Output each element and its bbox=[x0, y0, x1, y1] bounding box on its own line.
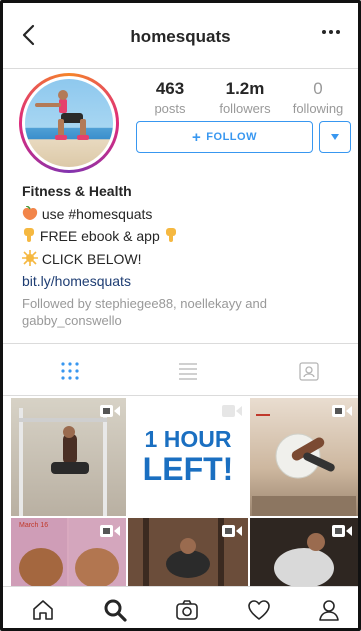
caret-down-icon bbox=[331, 134, 339, 140]
activity-heart-icon[interactable] bbox=[247, 598, 271, 622]
profile-bio: Fitness & Health use #homesquats FREE eb… bbox=[22, 180, 352, 293]
plus-icon: + bbox=[192, 128, 202, 146]
bio-line-1: use #homesquats bbox=[22, 203, 352, 226]
bottom-navigation bbox=[3, 586, 358, 628]
followed-by-text[interactable]: Followed by stephiegee88, noellekayy and… bbox=[22, 295, 352, 329]
promo-line-2: LEFT! bbox=[142, 451, 234, 487]
bio-link[interactable]: bit.ly/homesquats bbox=[22, 270, 352, 293]
video-camera-icon bbox=[332, 525, 352, 537]
video-camera-icon bbox=[100, 405, 120, 417]
post-grid: 1 HOUR LEFT! March 16 bbox=[11, 398, 358, 588]
bio-line-3: CLICK BELOW! bbox=[22, 248, 352, 271]
post-tile[interactable]: March 16 bbox=[11, 518, 126, 588]
video-camera-icon bbox=[100, 525, 120, 537]
avatar-photo bbox=[25, 79, 113, 167]
promo-line-1: 1 HOUR bbox=[144, 426, 232, 452]
profile-stats: 463 posts 1.2m followers 0 following bbox=[138, 79, 353, 119]
bio-line-2: FREE ebook & app bbox=[22, 225, 352, 248]
profile-icon[interactable] bbox=[317, 598, 341, 622]
posts-count: 463 bbox=[155, 79, 185, 98]
more-options-icon[interactable] bbox=[320, 25, 342, 39]
app-frame: homesquats 463 posts 1.2m followers 0 fo… bbox=[0, 0, 361, 631]
follow-button[interactable]: + FOLLOW bbox=[136, 121, 313, 153]
search-icon[interactable] bbox=[103, 598, 127, 622]
post-tile[interactable] bbox=[250, 398, 358, 516]
profile-view-tabs bbox=[3, 343, 358, 396]
suggestions-dropdown-button[interactable] bbox=[319, 121, 351, 153]
followers-stat[interactable]: 1.2m followers bbox=[210, 79, 280, 116]
list-view-icon[interactable] bbox=[177, 360, 199, 382]
following-count: 0 bbox=[313, 79, 323, 98]
sparkle-emoji-icon bbox=[22, 249, 38, 266]
peach-emoji-icon bbox=[22, 204, 38, 220]
grid-view-icon[interactable] bbox=[59, 360, 81, 382]
post-tile[interactable] bbox=[128, 518, 248, 588]
post-date-label: March 16 bbox=[19, 522, 49, 529]
profile-avatar[interactable] bbox=[19, 73, 119, 173]
followers-count: 1.2m bbox=[225, 79, 265, 98]
pointing-down-emoji-icon bbox=[165, 228, 176, 242]
top-bar: homesquats bbox=[3, 3, 358, 69]
posts-label: posts bbox=[154, 101, 186, 116]
follow-button-label: FOLLOW bbox=[206, 131, 257, 143]
posts-stat[interactable]: 463 posts bbox=[135, 79, 205, 116]
profile-display-name: Fitness & Health bbox=[22, 183, 132, 199]
video-camera-icon bbox=[222, 525, 242, 537]
profile-username-title: homesquats bbox=[130, 27, 231, 46]
video-camera-icon bbox=[222, 405, 242, 417]
pointing-down-emoji-icon bbox=[24, 228, 34, 242]
home-icon[interactable] bbox=[31, 598, 55, 622]
following-stat[interactable]: 0 following bbox=[283, 79, 353, 116]
post-tile-promo[interactable]: 1 HOUR LEFT! bbox=[128, 398, 248, 516]
following-label: following bbox=[292, 101, 344, 116]
post-tile[interactable] bbox=[250, 518, 358, 588]
tagged-photos-icon[interactable] bbox=[298, 360, 320, 382]
followers-label: followers bbox=[219, 101, 271, 116]
post-tile[interactable] bbox=[11, 398, 126, 516]
camera-icon[interactable] bbox=[175, 598, 199, 622]
video-camera-icon bbox=[332, 405, 352, 417]
